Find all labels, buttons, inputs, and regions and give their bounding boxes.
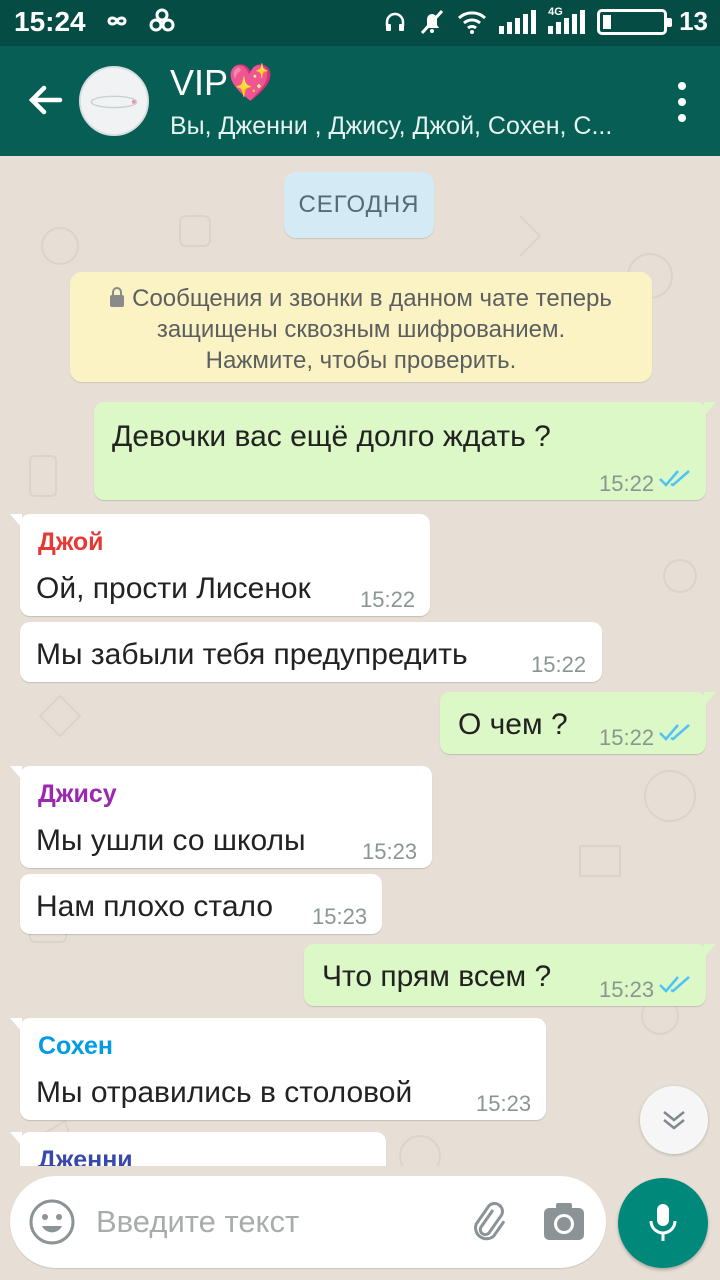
paperclip-icon — [474, 1202, 505, 1241]
voice-message-button[interactable] — [618, 1178, 708, 1268]
network-label: 4G — [548, 5, 563, 18]
microphone-icon — [649, 1204, 677, 1241]
double-chevron-down-icon — [663, 1111, 685, 1130]
message-bubble-outgoing[interactable]: Девочки вас ещё долго ждать ? 15:22 — [94, 402, 716, 500]
wifi-icon — [458, 10, 487, 34]
message-bubble-outgoing[interactable]: Что прям всем ? 15:23 — [304, 944, 716, 1006]
message-text: Мы забыли тебя предупредить — [36, 638, 468, 671]
message-sender[interactable]: Джису — [38, 780, 117, 809]
message-text: Что прям всем ? — [322, 960, 552, 993]
message-composer — [10, 1176, 606, 1268]
message-time: 15:23 — [599, 977, 655, 1002]
message-bubble-incoming[interactable]: Джису Мы ушли со школы 15:23 — [10, 766, 432, 868]
smiley-icon — [29, 1199, 75, 1245]
status-bar: 15:24 4G 13 — [0, 0, 720, 46]
headset-icon — [385, 12, 405, 31]
message-time: 15:22 — [599, 725, 655, 750]
lock-icon — [110, 287, 125, 307]
message-bubble-incoming[interactable]: Сохен Мы отравились в столовой 15:23 — [10, 1018, 546, 1120]
message-text: Мы ушли со школы — [36, 824, 306, 857]
infinity-icon — [107, 16, 127, 26]
message-time: 15:23 — [312, 904, 368, 929]
chat-participants[interactable]: Вы, Дженни , Джису, Джой, Сохен, С... — [170, 112, 640, 141]
arrow-left-icon — [28, 85, 63, 115]
message-sender[interactable]: Джой — [38, 528, 104, 557]
scroll-to-bottom-button[interactable] — [640, 1086, 708, 1154]
emoji-button[interactable] — [28, 1198, 76, 1246]
message-text: О чем ? — [458, 708, 568, 741]
message-text: Нам плохо стало — [36, 890, 274, 923]
message-time: 15:23 — [476, 1091, 532, 1116]
encryption-text-line3: Нажмите, чтобы проверить. — [205, 347, 517, 374]
encryption-notice[interactable]: Сообщения и звонки в данном чате теперь … — [70, 272, 652, 382]
message-time: 15:23 — [362, 839, 418, 864]
message-text: Ой, прости Лисенок — [36, 572, 311, 605]
attach-button[interactable] — [464, 1198, 512, 1246]
message-bubble-incoming[interactable]: Дженни — [10, 1132, 386, 1166]
bell-off-icon — [420, 9, 444, 34]
message-sender[interactable]: Дженни — [38, 1146, 133, 1166]
link-icon — [149, 8, 175, 32]
message-bubble-outgoing[interactable]: О чем ? 15:22 — [440, 692, 716, 754]
read-ticks-icon — [659, 976, 690, 993]
message-time: 15:22 — [599, 471, 655, 496]
chat-title[interactable]: VIP💖 — [170, 62, 273, 104]
message-bubble-incoming[interactable]: Джой Ой, прости Лисенок 15:22 — [10, 514, 430, 616]
message-input[interactable] — [96, 1196, 456, 1248]
message-bubble-incoming[interactable]: Нам плохо стало 15:23 — [20, 874, 382, 934]
encryption-text-line1: Сообщения и звонки в данном чате теперь — [132, 285, 612, 312]
encryption-text-line2: защищены сквозным шифрованием. — [156, 316, 566, 343]
message-sender[interactable]: Сохен — [38, 1032, 113, 1061]
composer-bar — [0, 1166, 720, 1280]
message-text: Мы отравились в столовой — [36, 1076, 413, 1109]
back-button[interactable] — [26, 76, 74, 124]
message-text: Девочки вас ещё долго ждать ? — [112, 420, 551, 453]
signal-icon — [499, 9, 537, 34]
battery-percent: 13 — [679, 6, 708, 36]
battery-icon — [597, 8, 673, 35]
more-menu-button[interactable] — [674, 82, 690, 122]
group-photo — [81, 68, 147, 134]
status-time: 15:24 — [14, 6, 86, 37]
message-time: 15:22 — [531, 652, 587, 677]
message-bubble-incoming[interactable]: Мы забыли тебя предупредить 15:22 — [20, 622, 602, 682]
camera-button[interactable] — [540, 1198, 588, 1246]
message-list[interactable]: СЕГОДНЯ Сообщения и звонки в данном чате… — [0, 156, 720, 1166]
group-avatar[interactable] — [79, 66, 149, 136]
date-divider: СЕГОДНЯ — [284, 172, 434, 238]
chat-header: VIP💖 Вы, Дженни , Джису, Джой, Сохен, С.… — [0, 46, 720, 156]
read-ticks-icon — [659, 470, 690, 487]
camera-icon — [544, 1203, 584, 1240]
message-time: 15:22 — [360, 587, 416, 612]
read-ticks-icon — [659, 724, 690, 741]
